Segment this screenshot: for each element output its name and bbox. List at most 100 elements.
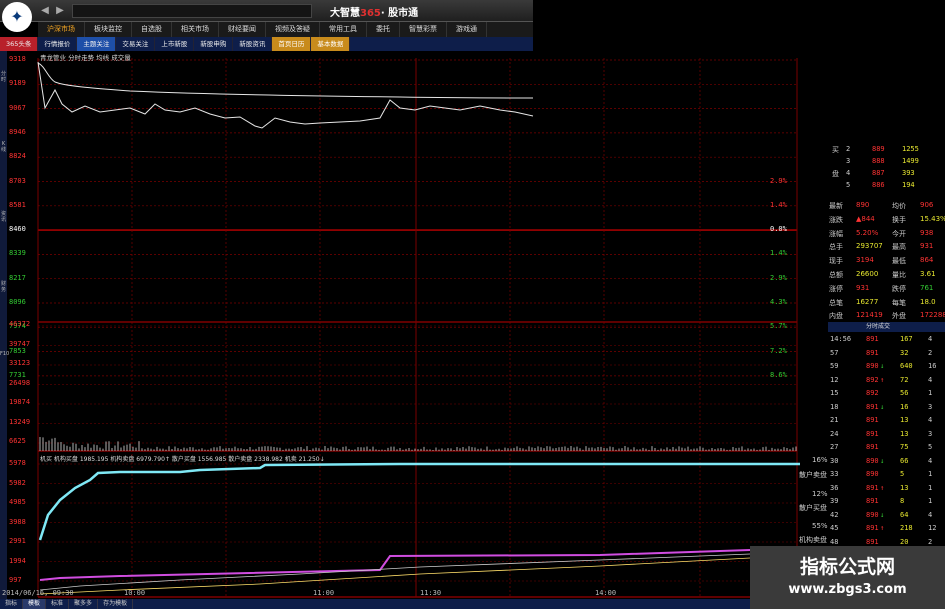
tick-list-header[interactable]: 分时成交 [828,322,945,332]
main-menu-item[interactable]: 委托 [367,22,400,37]
price-tick-label: 8217 [9,273,26,282]
watermark-title: 指标公式网 [799,556,895,578]
main-menu-item[interactable]: 相关市场 [172,22,219,37]
tick-direction-icon: ↓ [880,456,885,465]
stat-label: 跌停 [892,284,906,293]
stat-label: 涨幅 [829,229,843,238]
pct-tick-label: 2.9% [770,176,787,185]
tick-volume: 8 [900,497,905,505]
tick-time: 57 [830,348,839,357]
tick-count: 4 [928,510,933,519]
price-tick-label: 8946 [9,127,26,136]
stat-value: 938 [920,228,934,237]
retail-buy-line [39,553,751,591]
tick-price: 890 [866,470,879,478]
tick-volume: 20 [900,537,909,546]
tick-row: 45 891 ↑ 218 12 [828,524,945,536]
quote-stat-row: 总手 293707 最高 931 [828,242,945,253]
sub-menu-item[interactable]: 首页日历 [272,37,312,51]
sub-menu-item[interactable]: 交易关注 [116,37,156,51]
stat-value: 3.61 [920,270,936,278]
sub-menu-item[interactable]: 主题关注 [77,37,117,51]
left-tab[interactable]: K线 [0,141,7,153]
pct-tick-label: 2.9% [770,273,787,282]
tick-volume: 13 [900,416,909,424]
main-menu-item[interactable]: 沪深市场 [38,22,85,37]
main-menu-item[interactable]: 常用工具 [320,22,367,37]
quote-stat-row: 内盘 121419 外盘 172288 [828,311,945,322]
flow-tick-label: 3988 [9,517,26,526]
price-tick-label: 9067 [9,103,26,112]
price-tick-label: 8824 [9,152,26,161]
stat-label: 涨跌 [829,215,843,224]
main-menu-item[interactable]: 智慧彩票 [400,22,447,37]
stat-label: 外盘 [892,312,906,321]
flow-side-label: 55% [812,522,828,530]
average-price-line [37,62,534,99]
back-icon[interactable]: ◀ [38,4,52,18]
left-tab[interactable]: 分时 [0,71,7,83]
stat-label: 均价 [892,202,906,210]
order-book-side: 买 [832,146,839,154]
tick-volume: 5 [900,470,905,478]
sub-menu-item[interactable]: 新股资讯 [233,37,273,51]
tick-price: 891 [866,524,879,532]
flow-legend: 机买 机构买盘 1985.195 机构卖盘 6979.790↑ 散户买盘 155… [40,456,325,463]
tick-count: 1 [928,389,933,397]
main-menu-item[interactable]: 视频及答疑 [266,22,320,37]
bottom-tab[interactable]: 模板 [23,599,47,609]
tick-volume: 64 [900,510,909,519]
tick-price: 892 [866,389,879,397]
forward-icon[interactable]: ▶ [53,4,67,18]
tick-count: 2 [928,348,933,357]
tick-time: 24 [830,429,839,438]
bottom-tab[interactable]: 标准 [46,599,70,609]
sub-menu-item[interactable]: 基本数据 [311,37,351,51]
tick-volume: 66 [900,456,909,465]
flow-side-label: 16% [812,456,828,464]
bottom-tab[interactable]: 指标 [0,599,24,609]
time-tick-label: 10:00 [124,589,146,597]
main-menu-item[interactable]: 自选股 [132,22,172,37]
flow-tick-label: 2991 [9,537,26,545]
tick-row: 33 890 5 1 [828,470,945,482]
pct-tick-label: 7.2% [770,346,787,355]
stat-label: 最高 [892,243,906,252]
price-tick-label: 9189 [9,79,26,88]
volume-tick-label: 6625 [9,437,26,445]
address-box[interactable] [72,4,312,18]
tick-count: 12 [928,524,937,532]
tick-row: 12 892 ↑ 72 4 [828,376,945,388]
retail-sell-line [39,557,751,595]
tick-count: 5 [928,443,933,451]
intraday-chart[interactable] [0,0,945,609]
main-menu-item[interactable]: 游戏通 [447,22,487,37]
main-menu-item[interactable]: 板块监控 [85,22,132,37]
tick-count: 4 [928,335,933,343]
left-tab[interactable]: F10 [0,351,9,357]
bottom-tab[interactable]: 聚多多 [69,599,99,609]
sub-menu-item[interactable]: 365头条 [0,37,39,51]
left-tab[interactable]: 资讯 [0,211,7,223]
tick-row: 57 891 32 2 [828,349,945,361]
tick-row: 27 891 75 5 [828,443,945,455]
order-book-level: 2 [846,145,851,153]
tick-row: 24 891 13 3 [828,430,945,442]
order-book-row: 买 2 889 1255 [828,145,945,156]
left-vertical-tabs: 分时 K线资讯财务 F10 [0,51,9,599]
order-book-level: 5 [846,181,851,189]
main-menu-item[interactable]: 财经要闻 [219,22,266,37]
tick-count: 4 [928,375,933,384]
sub-menu-item[interactable]: 上市新股 [155,37,195,51]
tick-count: 16 [928,362,937,370]
sub-menu-item[interactable]: 新股申购 [194,37,234,51]
institution-buy-line [38,462,800,541]
sub-menu-item[interactable]: 行情报价 [38,37,78,51]
stat-value: 293707 [856,242,883,251]
left-tab[interactable]: 财务 [0,281,7,293]
tick-count: 4 [928,416,933,424]
bottom-tab[interactable]: 存为模板 [98,599,134,609]
stat-value: 26600 [856,270,879,278]
app-logo-icon[interactable]: ✦ [2,2,32,32]
quote-stat-row: 总额 26600 量比 3.61 [828,270,945,281]
